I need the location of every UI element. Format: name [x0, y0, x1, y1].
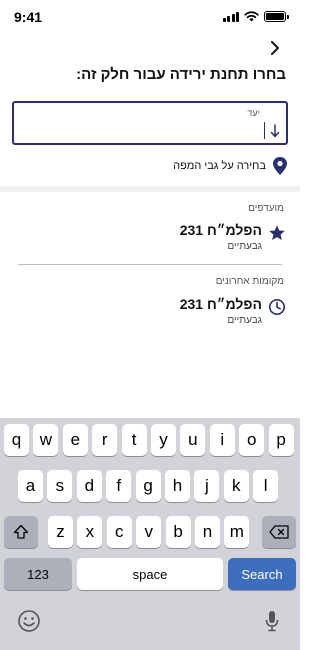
star-icon — [269, 225, 285, 241]
key-w[interactable]: w — [33, 424, 59, 456]
backspace-key[interactable] — [262, 516, 296, 548]
status-time: 9:41 — [14, 9, 43, 25]
key-r[interactable]: r — [92, 424, 118, 456]
key-g[interactable]: g — [135, 470, 161, 502]
wifi-icon — [244, 11, 259, 22]
key-x[interactable]: x — [77, 516, 103, 548]
key-u[interactable]: u — [180, 424, 206, 456]
key-h[interactable]: h — [165, 470, 190, 502]
key-y[interactable]: y — [151, 424, 176, 456]
recent-place-item[interactable]: הפלמ״ח 231 גבעתיים — [12, 296, 288, 332]
recent-place-name: הפלמ״ח 231 — [179, 296, 262, 312]
key-o[interactable]: o — [239, 424, 265, 456]
choose-on-map-button[interactable]: בחירה על גבי המפה — [173, 154, 288, 178]
favorite-place-name: הפלמ״ח 231 — [179, 222, 262, 238]
recent-section-title: מקומות אחרונים — [215, 276, 284, 287]
map-pin-icon — [273, 157, 287, 175]
key-i[interactable]: i — [209, 424, 235, 456]
key-p[interactable]: p — [268, 424, 294, 456]
key-v[interactable]: v — [136, 516, 162, 548]
backspace-icon — [269, 525, 289, 539]
status-icons — [222, 11, 289, 22]
key-a[interactable]: a — [18, 470, 43, 502]
shift-icon — [13, 524, 29, 539]
emoji-icon — [18, 610, 40, 632]
favorite-place-item[interactable]: הפלמ״ח 231 גבעתיים — [12, 222, 288, 258]
recent-place-city: גבעתיים — [227, 315, 262, 326]
key-j[interactable]: j — [194, 470, 220, 502]
back-button[interactable] — [268, 40, 282, 56]
favorite-place-city: גבעתיים — [227, 241, 262, 252]
key-f[interactable]: f — [106, 470, 132, 502]
chevron-right-icon — [271, 41, 279, 55]
clock-icon — [268, 298, 286, 316]
key-t[interactable]: t — [121, 424, 147, 456]
dictation-button[interactable] — [262, 608, 282, 634]
emoji-button[interactable] — [16, 608, 42, 634]
section-divider — [0, 186, 300, 192]
destination-input[interactable]: יעד — [12, 101, 288, 145]
space-key[interactable]: space — [77, 558, 223, 590]
key-d[interactable]: d — [76, 470, 102, 502]
destination-input-label: יעד — [247, 108, 260, 118]
key-b[interactable]: b — [165, 516, 191, 548]
key-m[interactable]: m — [224, 516, 250, 548]
search-key[interactable]: Search — [228, 558, 296, 590]
microphone-icon — [265, 611, 279, 632]
key-e[interactable]: e — [62, 424, 88, 456]
key-s[interactable]: s — [47, 470, 73, 502]
text-cursor — [263, 122, 265, 139]
arrow-down-icon — [270, 124, 280, 138]
on-screen-keyboard: qwertyuiop asdfghjkl zxcvbnm 123 space Sea… — [0, 418, 300, 650]
cellular-signal-icon — [222, 11, 239, 22]
favorites-section-title: מועדפים — [248, 203, 284, 214]
numbers-key[interactable]: 123 — [4, 558, 72, 590]
key-q[interactable]: q — [4, 424, 29, 456]
shift-key[interactable] — [4, 516, 38, 548]
key-c[interactable]: c — [106, 516, 132, 548]
key-k[interactable]: k — [223, 470, 249, 502]
key-z[interactable]: z — [48, 516, 73, 548]
status-bar: 9:41 — [0, 0, 300, 34]
choose-on-map-label: בחירה על גבי המפה — [173, 160, 266, 172]
key-n[interactable]: n — [195, 516, 220, 548]
list-divider — [18, 264, 282, 265]
battery-icon — [264, 11, 289, 22]
page-title: בחרו תחנת ירידה עבור חלק זה: — [76, 66, 286, 83]
key-l[interactable]: l — [253, 470, 279, 502]
